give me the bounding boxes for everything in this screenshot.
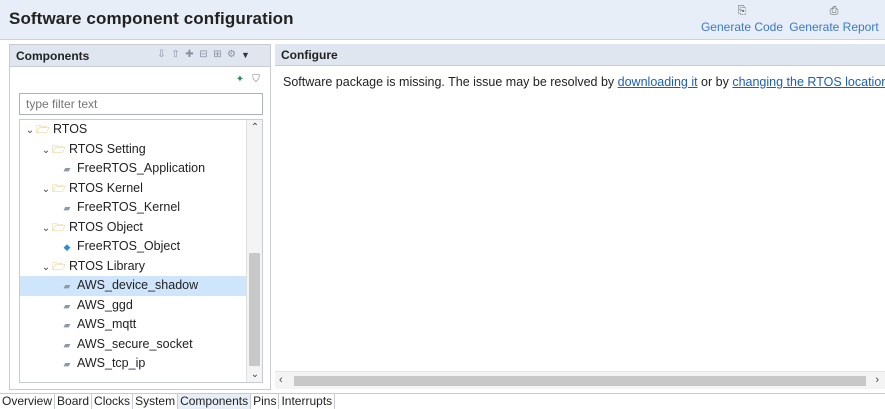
tree-item[interactable]: ▰ AWS_ggd bbox=[20, 296, 248, 316]
scroll-up-icon[interactable]: ⌃ bbox=[247, 122, 262, 133]
settings-icon[interactable]: ⚙ bbox=[226, 49, 237, 61]
expand-all-icon[interactable]: ⊞ bbox=[212, 49, 223, 61]
generate-report-icon: ⎙ bbox=[829, 5, 839, 17]
generate-report-label: Generate Report bbox=[789, 20, 879, 34]
component-icon: ▰ bbox=[63, 300, 71, 311]
folder-icon: 🗁 bbox=[52, 221, 66, 234]
tree-item-label: AWS_device_shadow bbox=[77, 278, 199, 292]
object-icon: ◆ bbox=[63, 242, 71, 252]
header-bar: Software component configuration ⎘ Gener… bbox=[0, 0, 885, 40]
tab-overview[interactable]: Overview bbox=[0, 394, 56, 409]
tree-folder[interactable]: ⌄ 🗁 RTOS Kernel bbox=[20, 179, 248, 199]
folder-icon: 🗁 bbox=[36, 124, 50, 136]
component-icon: ▰ bbox=[63, 339, 71, 350]
components-toolbar: ⇩ ⇧ ✚ ⊟ ⊞ ⚙ ▼ bbox=[156, 49, 251, 63]
tree-item-label: AWS_ggd bbox=[77, 297, 133, 312]
tree-item-label: FreeRTOS_Object bbox=[77, 239, 181, 253]
component-icon: ▰ bbox=[63, 164, 71, 174]
tree-item-label: FreeRTOS_Application bbox=[77, 161, 206, 175]
component-icon: ▰ bbox=[63, 203, 71, 213]
scroll-down-icon[interactable]: ⌄ bbox=[247, 369, 262, 380]
component-tree: ⌄ 🗁 RTOS ⌄ 🗁 RTOS Setting ▰ FreeRTOS_Applicatio… bbox=[19, 119, 263, 383]
export-icon[interactable]: ⇧ bbox=[170, 49, 181, 61]
tree-item-label: AWS_mqtt bbox=[77, 317, 137, 331]
tree-item[interactable]: ▰ AWS_tcp_ip bbox=[20, 354, 248, 374]
components-panel-header: Components ⇩ ⇧ ✚ ⊟ ⊞ ⚙ ▼ bbox=[10, 45, 270, 67]
collapse-all-icon[interactable]: ⊟ bbox=[198, 49, 209, 61]
tree-item[interactable]: ▰ FreeRTOS_Kernel bbox=[20, 198, 248, 218]
tree-folder[interactable]: ⌄ 🗁 RTOS Library bbox=[20, 257, 248, 277]
tree-vertical-scrollbar[interactable]: ⌃ ⌄ bbox=[246, 120, 262, 382]
generate-report-button[interactable]: ⎙ Generate Report bbox=[786, 3, 882, 37]
tab-board[interactable]: Board bbox=[55, 394, 93, 409]
tree-item-label: AWS_tcp_ip bbox=[77, 356, 146, 370]
tree-item-label: FreeRTOS_Kernel bbox=[77, 200, 181, 214]
tree-folder[interactable]: ⌄ 🗁 RTOS Object bbox=[20, 218, 248, 238]
missing-package-message: Software package is missing. The issue m… bbox=[283, 75, 885, 89]
add-icon[interactable]: ✦ bbox=[234, 74, 246, 86]
tree-item[interactable]: ▰ FreeRTOS_Application bbox=[20, 159, 248, 179]
download-link[interactable]: downloading it bbox=[618, 75, 698, 89]
view-menu-icon[interactable]: ▼ bbox=[240, 49, 251, 61]
configure-scroll-thumb[interactable] bbox=[294, 376, 866, 386]
expand-chevron-icon[interactable]: ⌄ bbox=[40, 141, 52, 161]
expand-chevron-icon[interactable]: ⌄ bbox=[24, 121, 36, 141]
message-prefix: Software package is missing. The issue m… bbox=[283, 75, 618, 89]
tree-item[interactable]: ▰ AWS_mqtt bbox=[20, 315, 248, 335]
tree-folder[interactable]: ⌄ 🗁 RTOS bbox=[20, 120, 248, 140]
expand-chevron-icon[interactable]: ⌄ bbox=[40, 258, 52, 278]
configure-panel-title: Configure bbox=[281, 48, 338, 62]
import-icon[interactable]: ⇩ bbox=[156, 49, 167, 61]
filter-toolbar: ✦ ⛉ bbox=[234, 74, 262, 86]
tree-item-label: RTOS Setting bbox=[69, 141, 146, 156]
configure-horizontal-scrollbar[interactable]: ‹ › bbox=[275, 371, 885, 389]
configure-panel: Configure Software package is missing. T… bbox=[275, 44, 885, 390]
component-icon: ▰ bbox=[63, 320, 71, 330]
tree-folder[interactable]: ⌄ 🗁 RTOS Setting bbox=[20, 140, 248, 160]
tree-item[interactable]: ◆ FreeRTOS_Object bbox=[20, 237, 248, 257]
component-icon: ▰ bbox=[63, 359, 71, 369]
components-panel: Components ⇩ ⇧ ✚ ⊟ ⊞ ⚙ ▼ ✦ ⛉ ⌄🗁RTOS⌄🗁RTO… bbox=[9, 44, 271, 390]
folder-icon: 🗁 bbox=[52, 260, 66, 273]
tree-item[interactable]: ▰ AWS_device_shadow bbox=[20, 276, 248, 296]
editor-tabs: Overview Board Clocks System Components Pins I… bbox=[0, 393, 885, 409]
tree-item-label: RTOS Object bbox=[69, 219, 143, 234]
tree-item-label: RTOS Library bbox=[69, 258, 145, 273]
expand-chevron-icon[interactable]: ⌄ bbox=[40, 180, 52, 200]
change-rtos-location-link[interactable]: changing the RTOS location bbox=[732, 75, 885, 89]
tab-components[interactable]: Components bbox=[178, 394, 252, 409]
folder-icon: 🗁 bbox=[52, 143, 66, 156]
message-middle: or by bbox=[697, 75, 733, 89]
generate-code-label: Generate Code bbox=[700, 20, 784, 34]
tab-system[interactable]: System bbox=[133, 394, 179, 409]
tree-scroll-thumb[interactable] bbox=[249, 253, 260, 366]
scroll-left-icon[interactable]: ‹ bbox=[279, 374, 283, 386]
tree-item-label: AWS_secure_socket bbox=[77, 336, 193, 351]
components-panel-title: Components bbox=[16, 49, 90, 63]
add-component-icon[interactable]: ✚ bbox=[184, 49, 195, 61]
generate-code-icon: ⎘ bbox=[737, 5, 747, 17]
tab-pins[interactable]: Pins bbox=[251, 394, 280, 409]
tree-item-label: RTOS Kernel bbox=[69, 180, 143, 195]
scroll-right-icon[interactable]: › bbox=[875, 374, 879, 386]
tree-item-label: RTOS bbox=[53, 122, 88, 136]
filter-input[interactable] bbox=[19, 93, 263, 115]
filter-icon[interactable]: ⛉ bbox=[250, 74, 262, 86]
tab-interrupts[interactable]: Interrupts bbox=[279, 394, 336, 409]
component-icon: ▰ bbox=[63, 281, 71, 291]
expand-chevron-icon[interactable]: ⌄ bbox=[40, 219, 52, 239]
tab-clocks[interactable]: Clocks bbox=[92, 394, 134, 409]
page-title: Software component configuration bbox=[9, 9, 294, 28]
tree-item[interactable]: ▰ AWS_secure_socket bbox=[20, 335, 248, 355]
folder-icon: 🗁 bbox=[52, 182, 66, 195]
configure-panel-header: Configure bbox=[275, 44, 885, 66]
generate-code-button[interactable]: ⎘ Generate Code bbox=[697, 3, 787, 37]
